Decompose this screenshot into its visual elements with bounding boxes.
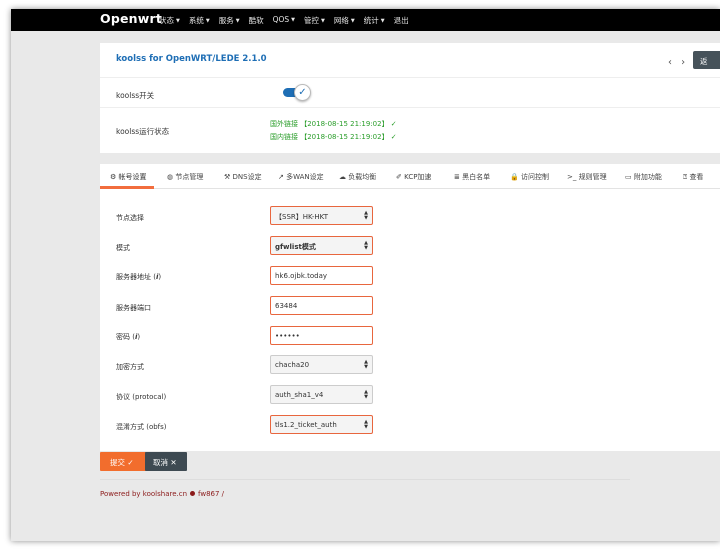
node-label: 节点选择 bbox=[116, 214, 144, 222]
divider bbox=[100, 479, 630, 480]
chevron-down-icon: ▼ bbox=[291, 17, 296, 23]
pencil-icon: ✐ bbox=[396, 173, 402, 181]
encrypt-label: 加密方式 bbox=[116, 363, 144, 371]
tab-dns[interactable]: ⚒ DNS设定 bbox=[224, 172, 262, 182]
menu-status[interactable]: 状态 ▼ bbox=[159, 15, 180, 26]
status-domestic: 国内链接 【2018-08-15 21:19:02】 ✓ bbox=[270, 133, 397, 141]
browser-window: Openwrt 状态 ▼ 系统 ▼ 服务 ▼ 酷软 QOS ▼ 管控 ▼ 网络 ▼ 统计 ▼ … bbox=[11, 9, 720, 541]
lock-icon: 🔒 bbox=[510, 173, 519, 181]
tab-bar: ⚙ 帐号设置 ◍ 节点管理 ⚒ DNS设定 ↗ 多WAN设定 ☁ 负载均衡 ✐ … bbox=[100, 164, 720, 189]
menu-network[interactable]: 网络 ▼ bbox=[334, 15, 355, 26]
protocol-select[interactable]: auth_sha1_v4 ▲ ▼ bbox=[270, 385, 373, 404]
select-arrows-icon: ▲ ▼ bbox=[364, 389, 368, 400]
chevron-down-icon: ▼ bbox=[350, 18, 355, 24]
server-label: 服务器地址 (i) bbox=[116, 273, 162, 281]
menu-services[interactable]: 服务 ▼ bbox=[219, 15, 240, 26]
powered-by-link[interactable]: Powered by koolshare.cn bbox=[100, 490, 187, 498]
select-arrows-icon: ▲ ▼ bbox=[364, 419, 368, 430]
chevron-down-icon: ▼ bbox=[321, 18, 325, 24]
protocol-label: 协议 (protocal) bbox=[116, 393, 167, 401]
port-label: 服务器端口 bbox=[116, 304, 151, 312]
chevron-down-icon: ▼ bbox=[235, 18, 240, 24]
status-foreign: 国外链接 【2018-08-15 21:19:02】 ✓ bbox=[270, 120, 397, 128]
help-icon: ⍰ bbox=[683, 173, 688, 181]
node-select[interactable]: 【SSR】HK-HKT ▲ ▼ bbox=[270, 206, 373, 225]
gear-icon: ⚙ bbox=[110, 173, 117, 181]
main-menu: 状态 ▼ 系统 ▼ 服务 ▼ 酷软 QOS ▼ 管控 ▼ 网络 ▼ 统计 ▼ 退出 bbox=[159, 15, 409, 26]
obfs-select[interactable]: tls1.2_ticket_auth ▲ ▼ bbox=[270, 415, 373, 434]
tools-icon: ⚒ bbox=[224, 173, 231, 181]
tab-blackwhite[interactable]: ≣ 黑白名单 bbox=[454, 172, 490, 182]
mode-select[interactable]: gfwlist模式 ▲ ▼ bbox=[270, 236, 373, 255]
password-label: 密码 (i) bbox=[116, 333, 141, 341]
chevron-down-icon: ▼ bbox=[176, 18, 180, 24]
password-input[interactable]: •••••• bbox=[270, 326, 373, 345]
tab-account[interactable]: ⚙ 帐号设置 bbox=[110, 172, 147, 182]
tab-extras[interactable]: ▭ 附加功能 bbox=[625, 172, 662, 182]
mode-label: 模式 bbox=[116, 244, 130, 252]
terminal-icon: >_ bbox=[567, 173, 577, 181]
select-arrows-icon: ▲ ▼ bbox=[364, 240, 368, 251]
select-arrows-icon: ▲ ▼ bbox=[364, 359, 368, 370]
tab-view[interactable]: ⍰ 查看 bbox=[683, 172, 703, 182]
pager-arrows-icon[interactable]: ‹ › bbox=[668, 57, 688, 68]
tab-loadbalance[interactable]: ☁ 负载均衡 bbox=[339, 172, 376, 182]
select-arrows-icon: ▲ ▼ bbox=[364, 210, 368, 221]
brand-logo[interactable]: Openwrt bbox=[100, 11, 162, 26]
footer: Powered by koolshare.cn fw867 / bbox=[100, 490, 224, 498]
list-icon: ≣ bbox=[454, 173, 460, 181]
back-button[interactable]: 返 bbox=[693, 51, 720, 69]
menu-koolsoft[interactable]: 酷软 bbox=[249, 15, 264, 26]
cancel-button[interactable]: 取消 ✕ bbox=[145, 452, 187, 471]
share-icon: ↗ bbox=[278, 173, 284, 181]
koolss-toggle[interactable]: ✓ bbox=[283, 84, 311, 101]
page-title: koolss for OpenWRT/LEDE 2.1.0 bbox=[116, 54, 267, 64]
divider bbox=[100, 107, 720, 108]
menu-statistics[interactable]: 统计 ▼ bbox=[364, 15, 385, 26]
header-card: koolss for OpenWRT/LEDE 2.1.0 ‹ › 返 kool… bbox=[100, 43, 720, 153]
divider bbox=[100, 77, 720, 78]
globe-icon: ◍ bbox=[167, 173, 174, 181]
server-input[interactable]: hk6.ojbk.today bbox=[270, 266, 373, 285]
tab-kcp[interactable]: ✐ KCP加速 bbox=[396, 172, 431, 182]
obfs-label: 混淆方式 (obfs) bbox=[116, 423, 167, 431]
encrypt-select[interactable]: chacha20 ▲ ▼ bbox=[270, 355, 373, 374]
dot-icon bbox=[190, 491, 196, 496]
tab-multiwan[interactable]: ↗ 多WAN设定 bbox=[278, 172, 324, 182]
tab-access[interactable]: 🔒 访问控制 bbox=[510, 172, 549, 182]
check-icon: ✓ bbox=[294, 84, 311, 101]
menu-system[interactable]: 系统 ▼ bbox=[189, 15, 210, 26]
tab-nodes[interactable]: ◍ 节点管理 bbox=[167, 172, 203, 182]
info-icon[interactable]: i bbox=[156, 273, 158, 281]
switch-label: koolss开关 bbox=[116, 91, 155, 100]
author-link[interactable]: fw867 / bbox=[198, 490, 224, 498]
active-tab-indicator bbox=[100, 186, 154, 189]
menu-control[interactable]: 管控 ▼ bbox=[304, 15, 325, 26]
menu-logout[interactable]: 退出 bbox=[394, 15, 409, 26]
status-label: koolss运行状态 bbox=[116, 127, 170, 136]
chevron-down-icon: ▼ bbox=[205, 18, 210, 24]
chevron-down-icon: ▼ bbox=[380, 18, 385, 24]
info-icon[interactable]: i bbox=[135, 333, 137, 341]
settings-card: ⚙ 帐号设置 ◍ 节点管理 ⚒ DNS设定 ↗ 多WAN设定 ☁ 负载均衡 ✐ … bbox=[100, 164, 720, 451]
menu-qos[interactable]: QOS ▼ bbox=[273, 15, 295, 26]
top-navbar: Openwrt 状态 ▼ 系统 ▼ 服务 ▼ 酷软 QOS ▼ 管控 ▼ 网络 ▼ 统计 ▼ … bbox=[11, 9, 720, 31]
cloud-icon: ☁ bbox=[339, 173, 346, 181]
tab-rules[interactable]: >_ 规则管理 bbox=[567, 172, 607, 182]
port-input[interactable]: 63484 bbox=[270, 296, 373, 315]
monitor-icon: ▭ bbox=[625, 173, 632, 181]
